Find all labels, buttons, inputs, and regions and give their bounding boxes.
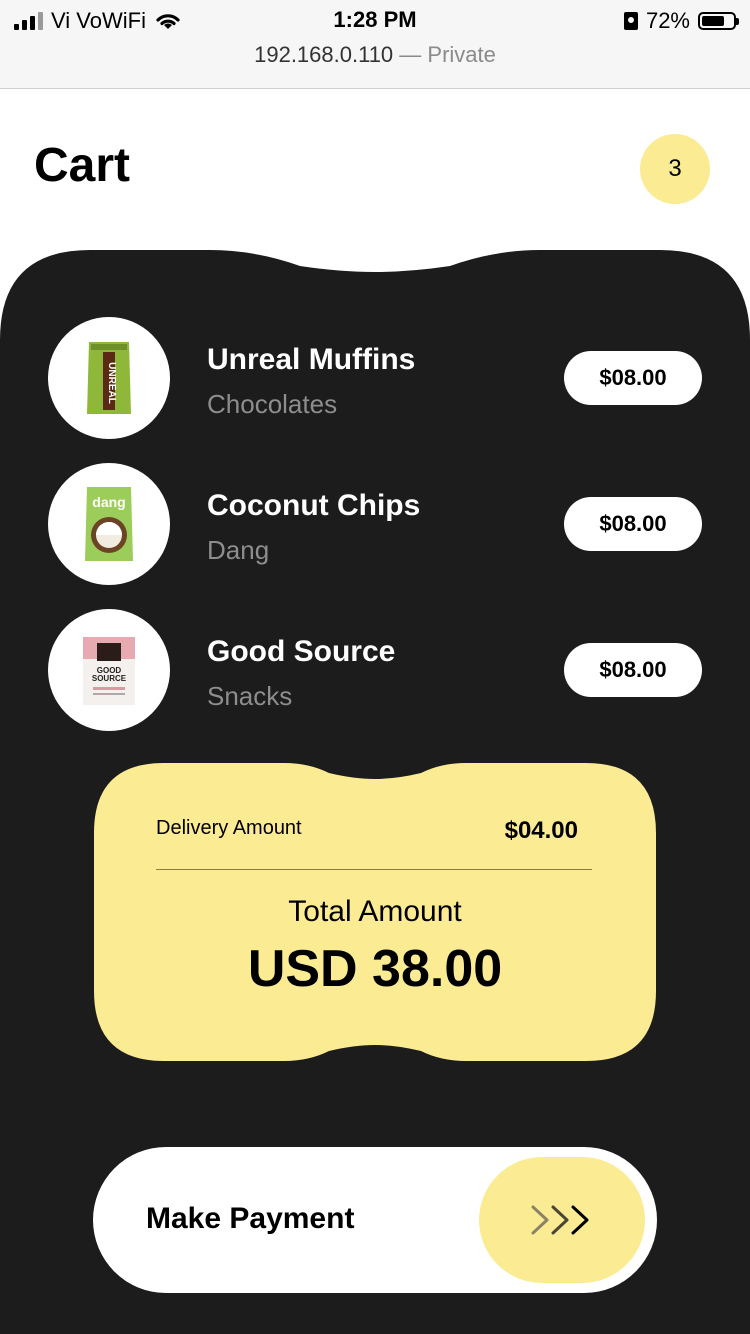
item-name: Unreal Muffins <box>207 343 416 376</box>
triple-chevron-right-icon <box>531 1205 589 1235</box>
dang-bag-icon: dang <box>85 487 133 561</box>
make-payment-label: Make Payment <box>146 1202 355 1235</box>
delivery-amount-label: Delivery Amount <box>156 817 302 839</box>
product-thumbnail: dang <box>48 463 170 585</box>
item-name: Good Source <box>207 635 396 668</box>
cart-item[interactable]: dang Coconut Chips Dang $08.00 <box>0 463 750 587</box>
svg-text:dang: dang <box>92 494 125 510</box>
item-price: $08.00 <box>564 497 702 551</box>
total-amount-value: USD 38.00 <box>247 940 503 998</box>
make-payment-button[interactable]: Make Payment <box>93 1147 657 1293</box>
item-name: Coconut Chips <box>207 489 421 522</box>
status-right: 72% <box>623 8 739 34</box>
cart-count-badge[interactable]: 3 <box>640 134 710 204</box>
status-bar: Vi VoWiFi 1:28 PM 72% 192.168.0.110 — Pr… <box>0 0 750 89</box>
svg-text:UNREAL: UNREAL <box>106 362 117 404</box>
url-bar[interactable]: 192.168.0.110 — Private <box>0 42 750 68</box>
good-source-bag-icon: GOOD SOURCE <box>83 637 135 705</box>
summary-divider <box>156 869 592 870</box>
unreal-bag-icon: UNREAL <box>87 342 131 414</box>
cart-item[interactable]: UNREAL Unreal Muffins Chocolates $08.00 <box>0 317 750 441</box>
svg-text:SOURCE: SOURCE <box>92 674 127 683</box>
item-price: $08.00 <box>564 643 702 697</box>
url-text: 192.168.0.110 <box>254 42 394 67</box>
delivery-amount-value: $04.00 <box>504 817 578 844</box>
total-amount-label: Total Amount <box>288 895 462 928</box>
item-price: $08.00 <box>564 351 702 405</box>
item-category: Snacks <box>207 681 293 711</box>
item-category: Dang <box>207 535 270 565</box>
page-title: Cart <box>34 139 131 192</box>
item-category: Chocolates <box>207 389 338 419</box>
product-thumbnail: UNREAL <box>48 317 170 439</box>
battery-icon <box>698 12 739 30</box>
orientation-lock-icon <box>623 12 638 30</box>
payment-slider-knob[interactable] <box>479 1157 645 1283</box>
product-thumbnail: GOOD SOURCE <box>48 609 170 731</box>
battery-percent: 72% <box>645 8 690 33</box>
cart-item[interactable]: GOOD SOURCE Good Source Snacks $08.00 <box>0 609 750 733</box>
private-label: — Private <box>399 42 496 67</box>
order-summary-card: Delivery Amount $04.00 Total Amount USD … <box>94 763 656 1061</box>
